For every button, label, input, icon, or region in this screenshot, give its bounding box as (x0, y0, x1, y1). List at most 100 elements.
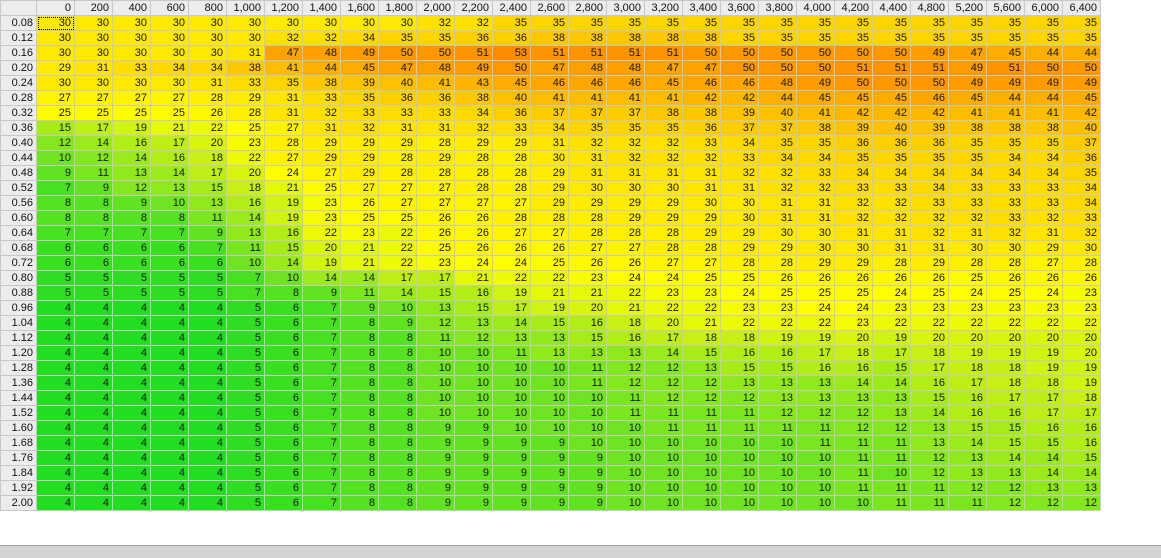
map-cell[interactable]: 26 (758, 270, 797, 286)
map-cell[interactable]: 28 (454, 180, 493, 196)
map-cell[interactable]: 22 (872, 315, 911, 331)
map-cell[interactable]: 35 (796, 15, 835, 31)
map-cell[interactable]: 37 (1062, 135, 1101, 151)
map-cell[interactable]: 22 (758, 315, 797, 331)
map-cell[interactable]: 29 (340, 150, 379, 166)
map-cell[interactable]: 4 (188, 405, 227, 421)
map-cell[interactable]: 41 (1024, 105, 1063, 121)
map-cell[interactable]: 24 (492, 255, 531, 271)
map-cell[interactable]: 9 (454, 420, 493, 436)
row-header[interactable]: 1.44 (0, 390, 37, 406)
map-cell[interactable]: 50 (720, 60, 759, 76)
map-cell[interactable]: 27 (340, 180, 379, 196)
map-cell[interactable]: 4 (112, 420, 151, 436)
map-cell[interactable]: 10 (758, 495, 797, 511)
map-cell[interactable]: 35 (568, 120, 607, 136)
map-cell[interactable]: 50 (872, 75, 911, 91)
map-cell[interactable]: 10 (492, 390, 531, 406)
map-cell[interactable]: 40 (1062, 120, 1101, 136)
map-cell[interactable]: 12 (606, 360, 645, 376)
map-cell[interactable]: 19 (948, 345, 987, 361)
map-cell[interactable]: 25 (758, 285, 797, 301)
map-cell[interactable]: 9 (492, 435, 531, 451)
map-cell[interactable]: 9 (112, 195, 151, 211)
map-cell[interactable]: 27 (378, 195, 417, 211)
map-cell[interactable]: 32 (454, 15, 493, 31)
map-cell[interactable]: 9 (492, 480, 531, 496)
map-cell[interactable]: 25 (910, 285, 949, 301)
map-cell[interactable]: 46 (606, 75, 645, 91)
map-cell[interactable]: 32 (682, 150, 721, 166)
map-cell[interactable]: 13 (492, 330, 531, 346)
map-cell[interactable]: 16 (986, 405, 1025, 421)
map-cell[interactable]: 26 (188, 105, 227, 121)
map-cell[interactable]: 6 (112, 240, 151, 256)
map-cell[interactable]: 32 (644, 135, 683, 151)
column-header[interactable]: 1,000 (226, 0, 265, 16)
column-header[interactable]: 3,400 (682, 0, 721, 16)
map-cell[interactable]: 4 (112, 330, 151, 346)
map-cell[interactable]: 20 (834, 330, 873, 346)
map-cell[interactable]: 10 (720, 450, 759, 466)
map-cell[interactable]: 32 (340, 120, 379, 136)
map-cell[interactable]: 27 (416, 195, 455, 211)
map-cell[interactable]: 8 (74, 195, 113, 211)
map-cell[interactable]: 18 (910, 345, 949, 361)
map-cell[interactable]: 23 (644, 285, 683, 301)
map-cell[interactable]: 4 (188, 495, 227, 511)
map-cell[interactable]: 10 (568, 390, 607, 406)
map-cell[interactable]: 20 (188, 135, 227, 151)
map-cell[interactable]: 41 (606, 90, 645, 106)
map-cell[interactable]: 10 (416, 390, 455, 406)
map-cell[interactable]: 24 (834, 300, 873, 316)
map-cell[interactable]: 30 (150, 15, 189, 31)
map-cell[interactable]: 9 (302, 285, 341, 301)
map-cell[interactable]: 34 (758, 150, 797, 166)
row-header[interactable]: 1.52 (0, 405, 37, 421)
map-cell[interactable]: 35 (530, 15, 569, 31)
map-cell[interactable]: 19 (1024, 345, 1063, 361)
map-cell[interactable]: 10 (606, 435, 645, 451)
map-cell[interactable]: 8 (340, 360, 379, 376)
map-cell[interactable]: 32 (606, 150, 645, 166)
map-cell[interactable]: 50 (796, 45, 835, 61)
map-cell[interactable]: 50 (720, 45, 759, 61)
map-cell[interactable]: 17 (1024, 390, 1063, 406)
map-cell[interactable]: 35 (948, 15, 987, 31)
column-header[interactable]: 3,800 (758, 0, 797, 16)
map-cell[interactable]: 38 (682, 30, 721, 46)
row-header[interactable]: 0.08 (0, 15, 37, 31)
map-cell[interactable]: 32 (454, 120, 493, 136)
row-header[interactable]: 1.28 (0, 360, 37, 376)
map-cell[interactable]: 30 (188, 30, 227, 46)
map-cell[interactable]: 18 (606, 315, 645, 331)
column-header[interactable]: 0 (36, 0, 75, 16)
map-cell[interactable]: 41 (530, 90, 569, 106)
map-cell[interactable]: 35 (834, 30, 873, 46)
map-cell[interactable]: 35 (1024, 15, 1063, 31)
map-cell[interactable]: 10 (644, 495, 683, 511)
map-cell[interactable]: 9 (340, 300, 379, 316)
map-cell[interactable]: 33 (492, 120, 531, 136)
map-cell[interactable]: 30 (606, 180, 645, 196)
map-cell[interactable]: 5 (226, 435, 265, 451)
map-cell[interactable]: 10 (606, 420, 645, 436)
map-cell[interactable]: 12 (720, 390, 759, 406)
map-cell[interactable]: 14 (872, 375, 911, 391)
map-cell[interactable]: 24 (796, 300, 835, 316)
map-cell[interactable]: 31 (948, 225, 987, 241)
map-cell[interactable]: 4 (188, 450, 227, 466)
map-cell[interactable]: 34 (1062, 195, 1101, 211)
map-cell[interactable]: 17 (986, 390, 1025, 406)
map-cell[interactable]: 5 (112, 285, 151, 301)
map-cell[interactable]: 26 (796, 270, 835, 286)
map-cell[interactable]: 4 (112, 390, 151, 406)
map-cell[interactable]: 11 (872, 435, 911, 451)
map-cell[interactable]: 19 (112, 120, 151, 136)
map-cell[interactable]: 11 (682, 405, 721, 421)
map-cell[interactable]: 47 (644, 60, 683, 76)
map-cell[interactable]: 25 (340, 210, 379, 226)
map-cell[interactable]: 14 (112, 150, 151, 166)
map-cell[interactable]: 16 (910, 375, 949, 391)
row-header[interactable]: 0.20 (0, 60, 37, 76)
